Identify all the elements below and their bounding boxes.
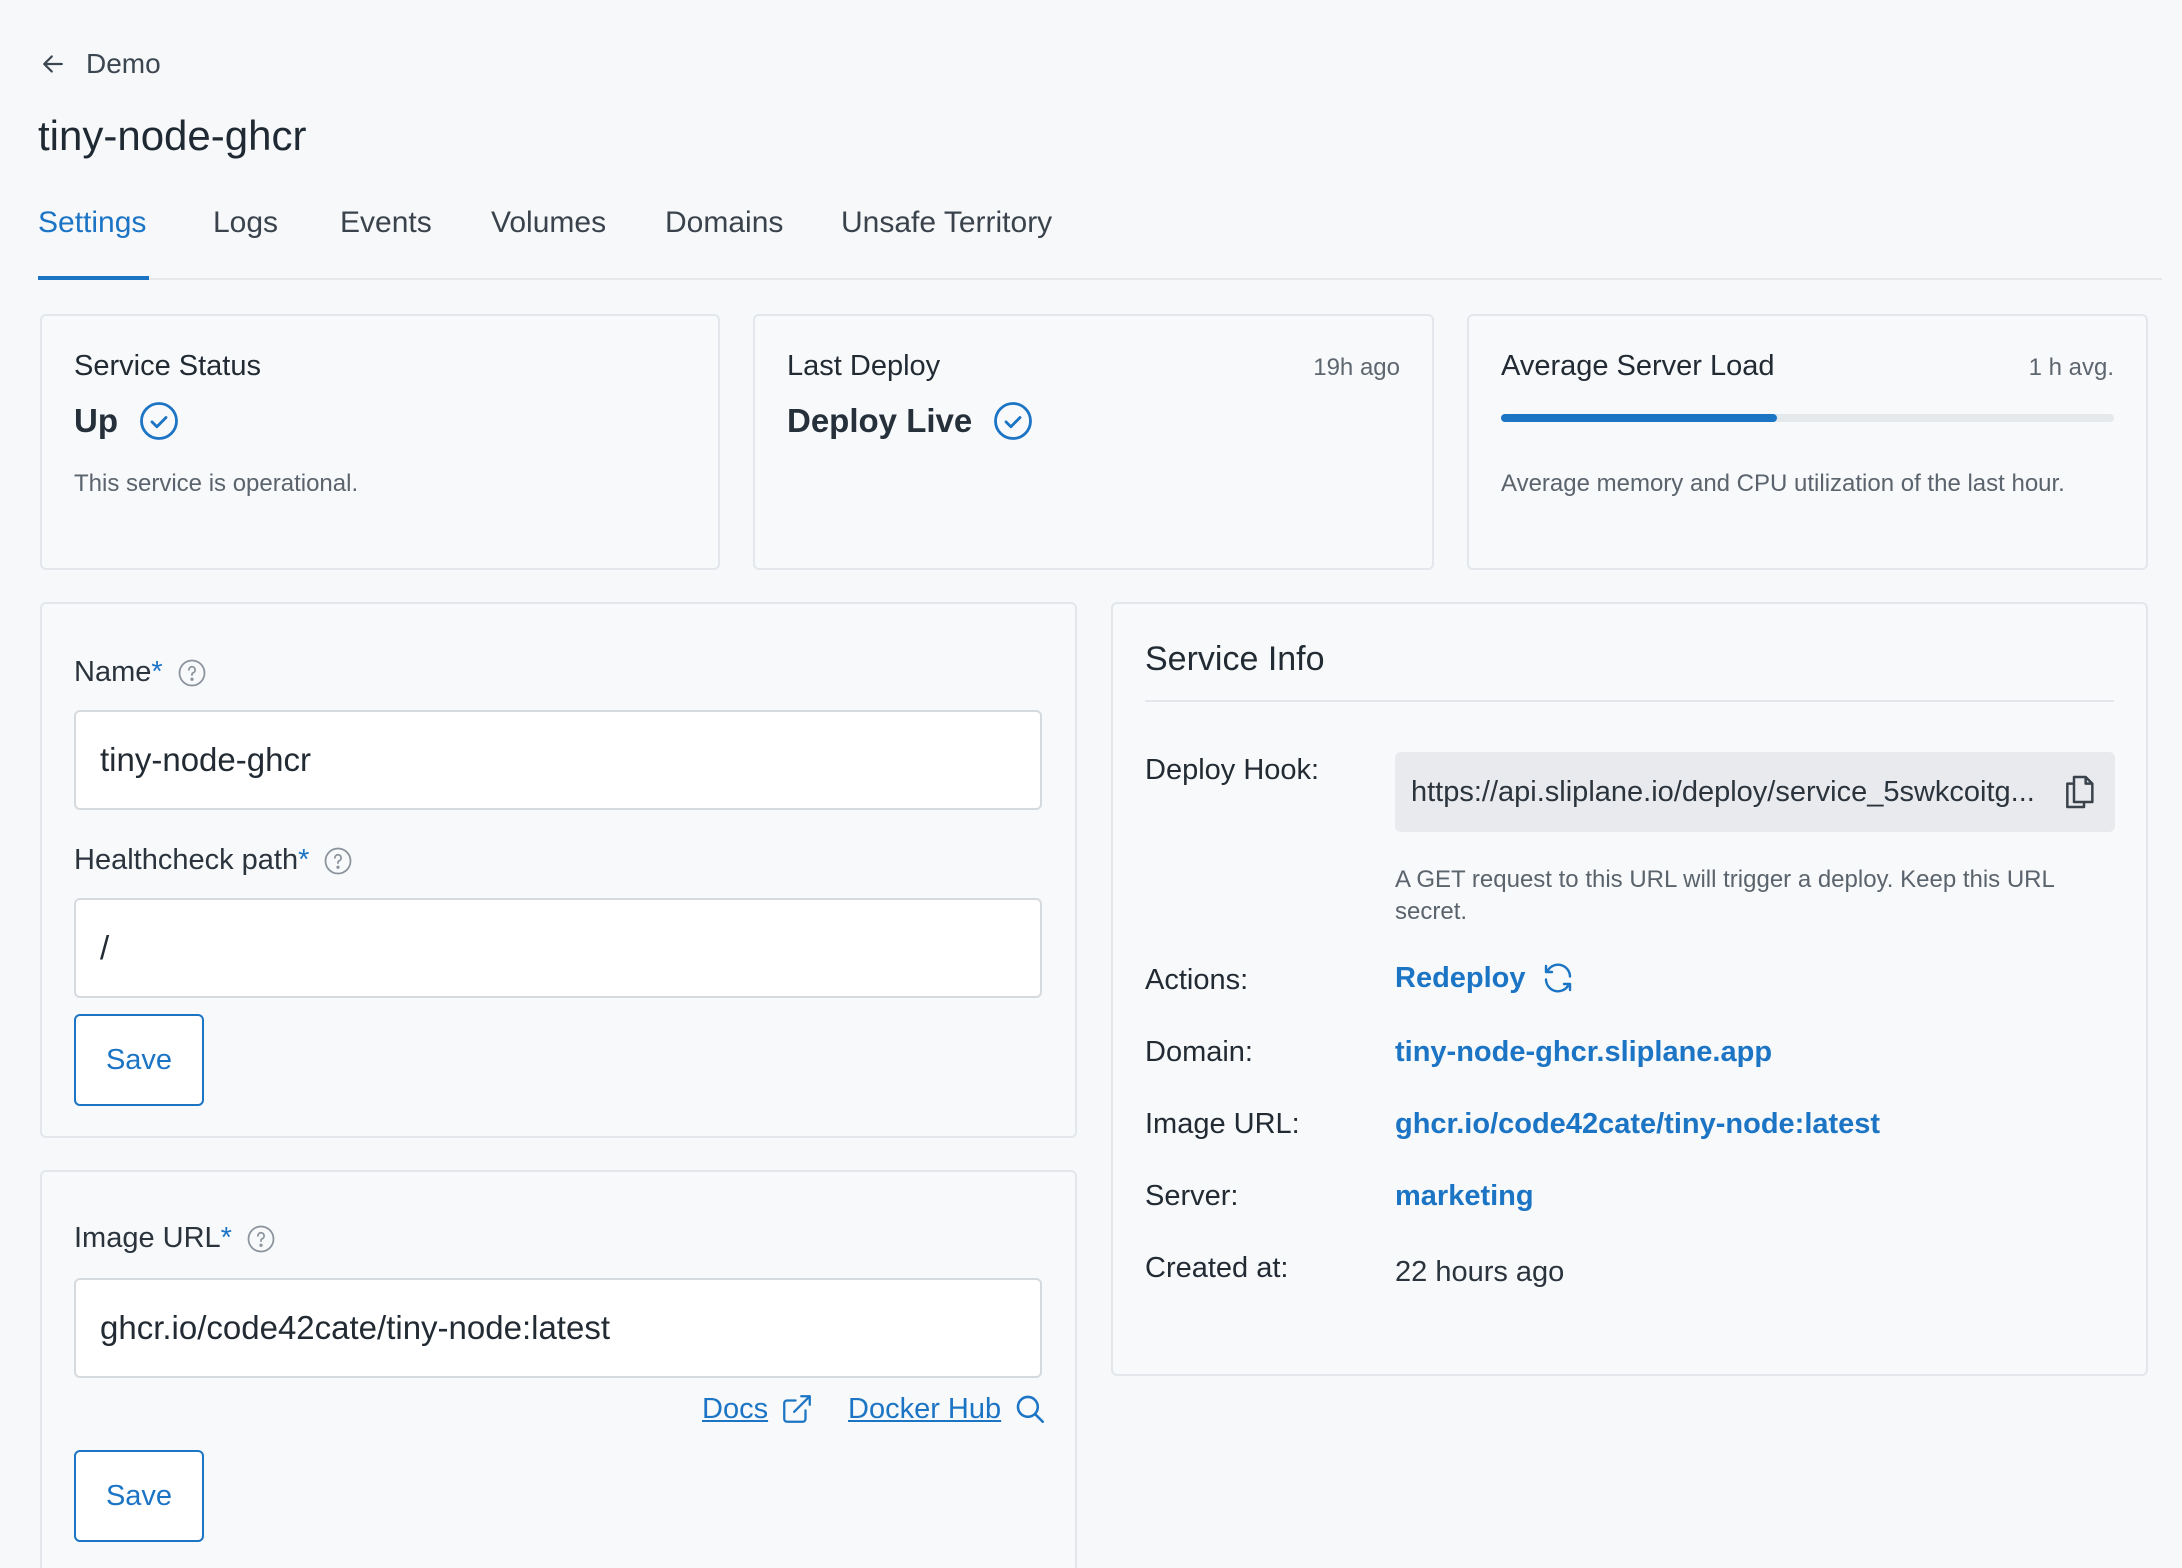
redeploy-button[interactable]: Redeploy <box>1395 960 1576 996</box>
last-deploy-time: 19h ago <box>1313 354 1400 381</box>
docs-link[interactable]: Docs <box>702 1392 814 1426</box>
service-status-card: Service Status Up This service is operat… <box>40 314 720 570</box>
check-circle-icon <box>140 402 178 440</box>
page-title: tiny-node-ghcr <box>38 112 307 159</box>
tab-events[interactable]: Events <box>340 206 432 240</box>
copy-icon[interactable] <box>2059 772 2099 812</box>
healthcheck-field-label: Healthcheck path* <box>74 844 353 877</box>
last-deploy-label: Last Deploy <box>787 350 941 382</box>
docker-hub-link-label: Docker Hub <box>848 1392 1002 1425</box>
docs-link-label: Docs <box>702 1392 769 1425</box>
service-status-text: Up <box>74 402 118 439</box>
image-url-input[interactable]: ghcr.io/code42cate/tiny-node:latest <box>74 1278 1042 1378</box>
check-circle-icon <box>994 402 1033 440</box>
server-load-description: Average memory and CPU utilization of th… <box>1501 470 2065 497</box>
save-image-button[interactable]: Save <box>74 1450 204 1542</box>
required-mark: * <box>298 844 310 876</box>
image-url-info-label: Image URL: <box>1145 1108 1300 1140</box>
active-tab-indicator <box>38 276 149 280</box>
help-circle-icon[interactable] <box>323 846 353 876</box>
server-load-label: Average Server Load <box>1501 350 1775 382</box>
last-deploy-status-text: Deploy Live <box>787 402 973 439</box>
name-label-text: Name <box>74 656 152 688</box>
created-at-value: 22 hours ago <box>1395 1256 1565 1288</box>
help-circle-icon[interactable] <box>246 1224 276 1254</box>
tab-domains[interactable]: Domains <box>665 206 783 240</box>
server-load-period: 1 h avg. <box>2028 354 2114 381</box>
required-mark: * <box>220 1222 232 1254</box>
deploy-hook-note: A GET request to this URL will trigger a… <box>1395 866 2054 925</box>
image-url-link[interactable]: ghcr.io/code42cate/tiny-node:latest <box>1395 1108 1880 1141</box>
tab-bar: Settings Logs Events Volumes Domains Uns… <box>38 196 2162 280</box>
healthcheck-label-text: Healthcheck path <box>74 844 299 876</box>
tab-settings[interactable]: Settings <box>38 206 146 240</box>
service-page: Demo tiny-node-ghcr Settings Logs Events… <box>0 0 2182 1568</box>
server-load-card: Average Server Load 1 h avg. Average mem… <box>1467 314 2148 570</box>
service-status-description: This service is operational. <box>74 470 359 497</box>
service-info-divider <box>1145 700 2114 702</box>
tab-volumes[interactable]: Volumes <box>491 206 606 240</box>
tab-logs[interactable]: Logs <box>213 206 278 240</box>
domain-label: Domain: <box>1145 1036 1253 1068</box>
docker-hub-link[interactable]: Docker Hub <box>848 1392 1047 1426</box>
deploy-hook-label: Deploy Hook: <box>1145 754 1320 786</box>
back-link[interactable]: Demo <box>38 48 161 80</box>
required-mark: * <box>151 656 163 688</box>
save-settings-button[interactable]: Save <box>74 1014 204 1106</box>
refresh-icon <box>1544 963 1571 993</box>
domain-link[interactable]: tiny-node-ghcr.sliplane.app <box>1395 1036 1772 1069</box>
healthcheck-path-input[interactable]: / <box>74 898 1042 998</box>
name-input[interactable]: tiny-node-ghcr <box>74 710 1042 810</box>
service-info-card: Service Info Deploy Hook: https://api.sl… <box>1111 602 2148 1376</box>
last-deploy-value: Deploy Live <box>787 400 1034 442</box>
deploy-hook-field[interactable]: https://api.sliplane.io/deploy/service_5… <box>1395 752 2115 832</box>
created-at-label: Created at: <box>1145 1252 1289 1284</box>
arrow-left-icon <box>43 55 63 73</box>
help-circle-icon[interactable] <box>177 658 207 688</box>
name-field-label: Name* <box>74 656 207 689</box>
last-deploy-card: Last Deploy 19h ago Deploy Live <box>753 314 1434 570</box>
image-form-card: Image URL* ghcr.io/code42cate/tiny-node:… <box>40 1170 1077 1568</box>
image-url-label-text: Image URL <box>74 1222 221 1254</box>
back-link-label: Demo <box>86 48 161 79</box>
service-status-label: Service Status <box>74 350 261 382</box>
deploy-hook-url: https://api.sliplane.io/deploy/service_5… <box>1411 775 2035 808</box>
tab-unsafe-territory[interactable]: Unsafe Territory <box>841 206 1052 240</box>
redeploy-label: Redeploy <box>1395 961 1526 994</box>
settings-form-card: Name* tiny-node-ghcr Healthcheck path* /… <box>40 602 1077 1138</box>
server-load-bar-fill <box>1501 414 1777 422</box>
search-icon <box>1016 1395 1045 1424</box>
actions-label: Actions: <box>1145 964 1249 996</box>
server-link[interactable]: marketing <box>1395 1180 1534 1213</box>
service-status-value: Up <box>74 400 180 442</box>
tab-settings-label: Settings <box>38 206 147 239</box>
server-load-bar <box>1501 414 2114 422</box>
image-url-field-label: Image URL* <box>74 1222 276 1255</box>
external-link-icon <box>783 1395 811 1423</box>
server-label: Server: <box>1145 1180 1239 1212</box>
service-info-title: Service Info <box>1145 640 1325 678</box>
